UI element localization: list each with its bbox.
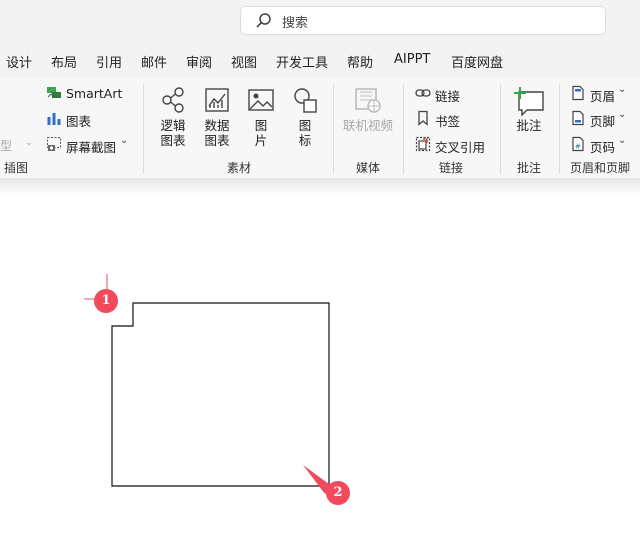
drawn-rectangle-shape[interactable] — [111, 302, 330, 487]
step-marker-2: 2 — [326, 481, 350, 505]
step-marker-1: 1 — [94, 289, 118, 313]
drawing-overlay — [84, 274, 333, 494]
